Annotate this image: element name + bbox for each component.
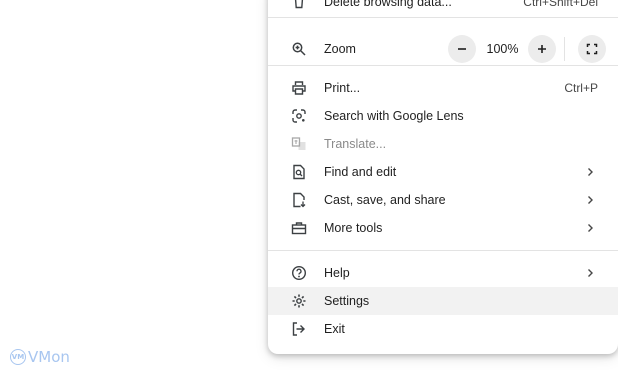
divider [268, 17, 618, 18]
plus-icon [538, 45, 546, 53]
menu-item-label: Search with Google Lens [324, 109, 464, 123]
menu-item-translate[interactable]: Translate... [268, 130, 618, 158]
shortcut-text: Ctrl+Shift+Del [523, 0, 598, 9]
zoom-row: Zoom 100% [268, 31, 618, 67]
zoom-level: 100% [486, 42, 519, 56]
menu-item-print[interactable]: Print... Ctrl+P [268, 74, 618, 102]
zoom-out-button[interactable] [448, 35, 476, 63]
chevron-right-icon [585, 195, 595, 205]
menu-item-delete-browsing-data[interactable]: Delete browsing data... Ctrl+Shift+Del [268, 0, 618, 16]
help-icon [291, 265, 307, 281]
menu-item-label: Translate... [324, 137, 387, 151]
shortcut-text: Ctrl+P [564, 81, 598, 95]
printer-icon [291, 80, 307, 96]
menu-item-label: Exit [324, 322, 345, 336]
menu-item-more-tools[interactable]: More tools [268, 214, 618, 242]
exit-icon [291, 321, 307, 337]
chevron-right-icon [585, 167, 595, 177]
trash-icon [291, 0, 307, 10]
menu-item-find-and-edit[interactable]: Find and edit [268, 158, 618, 186]
minus-icon [458, 48, 466, 50]
zoom-label: Zoom [324, 42, 356, 56]
menu-item-settings[interactable]: Settings [268, 287, 618, 315]
menu-item-label: Delete browsing data... [324, 0, 452, 9]
menu-item-label: Settings [324, 294, 370, 308]
chrome-main-menu: Delete browsing data... Ctrl+Shift+Del Z… [268, 0, 618, 354]
watermark: VM VMon [10, 348, 70, 366]
translate-icon [291, 136, 307, 152]
menu-item-exit[interactable]: Exit [268, 315, 618, 343]
find-in-page-icon [291, 164, 307, 180]
divider [268, 65, 618, 66]
menu-item-label: Print... [324, 81, 361, 95]
chevron-right-icon [585, 223, 595, 233]
menu-item-label: Help [324, 266, 350, 280]
menu-item-label: Find and edit [324, 165, 397, 179]
zoom-in-button[interactable] [528, 35, 556, 63]
menu-item-help[interactable]: Help [268, 259, 618, 287]
menu-item-search-with-google-lens[interactable]: Search with Google Lens [268, 102, 618, 130]
fullscreen-button[interactable] [578, 35, 606, 63]
google-lens-icon [291, 108, 307, 124]
save-page-icon [291, 192, 307, 208]
divider [268, 250, 618, 251]
menu-item-cast-save-share[interactable]: Cast, save, and share [268, 186, 618, 214]
gear-icon [291, 293, 307, 309]
menu-item-label: Cast, save, and share [324, 193, 446, 207]
watermark-logo-icon: VM [10, 349, 26, 365]
chevron-right-icon [585, 268, 595, 278]
divider [564, 37, 565, 61]
zoom-icon [291, 41, 307, 57]
menu-item-label: More tools [324, 221, 383, 235]
fullscreen-icon [586, 43, 598, 55]
toolbox-icon [291, 220, 307, 236]
watermark-text: VMon [28, 348, 70, 366]
